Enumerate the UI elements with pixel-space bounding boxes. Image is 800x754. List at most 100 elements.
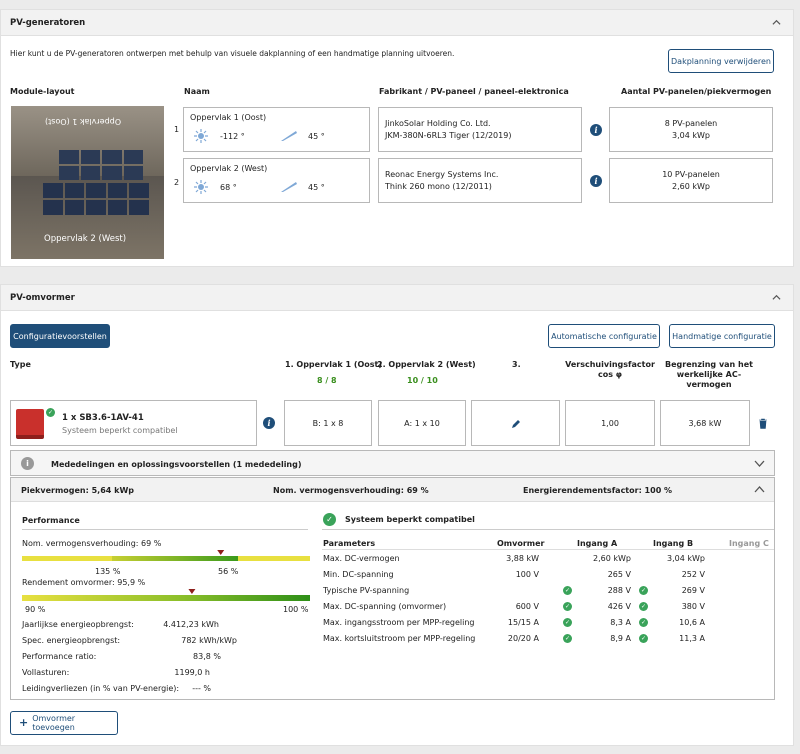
tilt-value: 45 °	[308, 183, 325, 192]
string-cell-label: B: 1 x 8	[312, 418, 344, 428]
stat-label: Vollasturen:	[22, 668, 70, 677]
summary-section: Piekvermogen: 5,64 kWp Nom. vermogensver…	[10, 477, 775, 700]
stat-value: 782 kWh/kWp	[181, 636, 237, 645]
pv-inverter-title: PV-omvormer	[10, 293, 75, 303]
summary-bar[interactable]: Piekvermogen: 5,64 kWp Nom. vermogensver…	[11, 478, 774, 502]
info-icon[interactable]: i	[263, 417, 275, 429]
cos-phi-value: 1,00	[601, 418, 619, 428]
info-icon[interactable]: i	[590, 124, 602, 136]
chevron-up-icon[interactable]	[754, 485, 765, 494]
surface-name-box[interactable]: Oppervlak 2 (West) 68 ° 45 °	[183, 158, 370, 203]
stat-value: --- %	[192, 684, 211, 693]
ac-limit-cell[interactable]: 3,68 kW	[660, 400, 750, 446]
roof-layout-image[interactable]: Oppervlak 1 (Oost) Oppervlak 2 (West)	[11, 106, 164, 259]
th-param: Parameters	[323, 539, 376, 548]
nom-ratio-label: Nom. vermogensverhouding: 69 %	[22, 539, 162, 548]
inverter-device-box[interactable]: ✓ 1 x SB3.6-1AV-41 Systeem beperkt compa…	[10, 400, 257, 446]
chevron-up-icon[interactable]	[772, 293, 781, 302]
string-cell-3[interactable]	[471, 400, 560, 446]
surface-name-box[interactable]: Oppervlak 1 (Oost) -112 ° 45 °	[183, 107, 370, 152]
header-module-layout: Module-layout	[10, 87, 75, 96]
peak-power: 3,04 kWp	[672, 131, 710, 140]
tilt-value: 45 °	[308, 132, 325, 141]
param-cell: 15/15 A	[507, 618, 539, 627]
eff-right: 100 %	[283, 605, 309, 614]
stat-value: 1199,0 h	[174, 668, 210, 677]
nom-ratio-gauge	[22, 550, 310, 561]
header-ac-limit: Begrenzing van het werkelijke AC-vermoge…	[665, 360, 753, 389]
messages-bar[interactable]: i Mededelingen en oplossingsvoorstellen …	[10, 450, 775, 476]
check-icon: ✓	[563, 586, 572, 595]
energy-factor-summary: Energierendementsfactor: 100 %	[523, 486, 673, 495]
chevron-down-icon[interactable]	[754, 459, 765, 468]
param-cell: 8,3 A	[610, 618, 631, 627]
stat-label: Jaarlijkse energieopbrengst:	[22, 620, 134, 629]
inverter-status: Systeem beperkt compatibel	[62, 426, 178, 435]
th-input-a: Ingang A	[577, 539, 618, 548]
stat-value: 4.412,23 kWh	[163, 620, 219, 629]
param-cell: 3,88 kW	[506, 554, 539, 563]
row-index: 1	[174, 125, 180, 134]
header-name: Naam	[184, 87, 210, 96]
chevron-up-icon[interactable]	[772, 18, 781, 27]
remove-roof-planning-button[interactable]: Dakplanning verwijderen	[668, 49, 774, 73]
ac-limit-value: 3,68 kW	[688, 418, 722, 428]
param-cell: 426 V	[607, 602, 631, 611]
messages-label: Mededelingen en oplossingsvoorstellen (1…	[51, 460, 302, 469]
param-cell: 265 V	[607, 570, 631, 579]
th-inverter: Omvormer	[497, 539, 545, 548]
add-inverter-label: Omvormer toevoegen	[32, 714, 76, 732]
manufacturer-box[interactable]: Reonac Energy Systems Inc. Think 260 mon…	[378, 158, 582, 203]
pencil-icon[interactable]	[511, 419, 521, 429]
manufacturer-name: Reonac Energy Systems Inc.	[385, 170, 499, 179]
config-suggestions-button[interactable]: Configuratievoorstellen	[10, 324, 110, 348]
add-inverter-button[interactable]: + Omvormer toevoegen	[10, 711, 118, 735]
roof-label-top: Oppervlak 1 (Oost)	[45, 117, 122, 126]
panel-count: 10 PV-panelen	[662, 170, 720, 179]
string-cell-surface-1[interactable]: B: 1 x 8	[284, 400, 372, 446]
performance-title: Performance	[22, 516, 80, 525]
check-icon: ✓	[563, 602, 572, 611]
surface-1-string-count: 8 / 8	[317, 376, 337, 385]
stat-value: 83,8 %	[193, 652, 221, 661]
manufacturer-box[interactable]: JinkoSolar Holding Co. Ltd. JKM-380N-6RL…	[378, 107, 582, 152]
panel-grid-east	[59, 150, 143, 180]
stat-label: Spec. energieopbrengst:	[22, 636, 121, 645]
param-cell: Max. ingangsstroom per MPP-regeling	[323, 618, 475, 627]
panel-model: JKM-380N-6RL3 Tiger (12/2019)	[385, 131, 512, 140]
panel-count-box[interactable]: 10 PV-panelen 2,60 kWp	[609, 158, 773, 203]
param-cell: 20/20 A	[507, 634, 539, 643]
check-icon: ✓	[639, 618, 648, 627]
inverter-image	[16, 409, 44, 439]
param-cell: 8,9 A	[610, 634, 631, 643]
pv-generators-header[interactable]: PV-generatoren	[1, 10, 793, 36]
surface-2-string-count: 10 / 10	[407, 376, 438, 385]
manufacturer-name: JinkoSolar Holding Co. Ltd.	[385, 119, 491, 128]
auto-config-button[interactable]: Automatische configuratie	[548, 324, 660, 348]
header-panel-count: Aantal PV-panelen/piekvermogen	[621, 87, 772, 96]
manual-config-button[interactable]: Handmatige configuratie	[669, 324, 775, 348]
inverter-model: 1 x SB3.6-1AV-41	[62, 413, 144, 423]
surface-name: Oppervlak 2 (West)	[190, 164, 268, 173]
plus-icon: +	[19, 716, 29, 729]
param-cell: 100 V	[515, 570, 539, 579]
nom-ratio-right: 56 %	[218, 567, 239, 576]
param-cell: 380 V	[681, 602, 705, 611]
cos-phi-cell[interactable]: 1,00	[565, 400, 655, 446]
trash-icon[interactable]	[758, 418, 768, 429]
param-cell: 10,6 A	[679, 618, 705, 627]
pv-inverter-header[interactable]: PV-omvormer	[1, 285, 793, 311]
tilt-icon	[281, 131, 297, 141]
divider	[22, 529, 308, 530]
param-cell: 288 V	[607, 586, 631, 595]
pv-generators-panel: PV-generatoren Hier kunt u de PV-generat…	[0, 9, 794, 267]
string-cell-surface-2[interactable]: A: 1 x 10	[378, 400, 466, 446]
param-cell: Max. kortsluitstroom per MPP-regeling	[323, 634, 476, 643]
check-icon: ✓	[563, 618, 572, 627]
info-icon[interactable]: i	[590, 175, 602, 187]
param-cell: Typische PV-spanning	[323, 586, 410, 595]
panel-count: 8 PV-panelen	[664, 119, 718, 128]
divider	[322, 529, 774, 530]
header-surface-2: 2. Oppervlak 2 (West)	[377, 360, 476, 369]
panel-count-box[interactable]: 8 PV-panelen 3,04 kWp	[609, 107, 773, 152]
